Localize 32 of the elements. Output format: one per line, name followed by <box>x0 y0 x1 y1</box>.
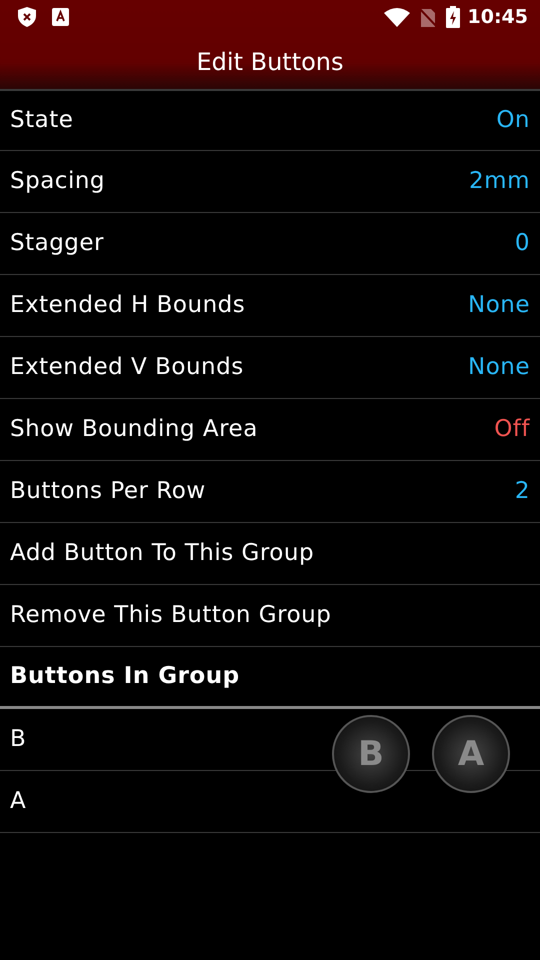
action-item[interactable]: Remove This Button Group <box>10 598 332 633</box>
setting-label: Show Bounding Area <box>10 415 258 444</box>
setting-label: Extended H Bounds <box>10 291 246 320</box>
setting-label: State <box>10 106 74 136</box>
setting-value: 2 <box>514 477 530 506</box>
setting-value: On <box>496 106 530 136</box>
setting-value: Off <box>494 415 530 444</box>
screen-title: Edit Buttons <box>196 46 344 78</box>
setting-row[interactable]: Buttons Per Row 2 <box>0 461 540 523</box>
keyboard-icon <box>52 8 69 26</box>
setting-row[interactable]: Spacing 2mm <box>0 151 540 213</box>
setting-label: Buttons Per Row <box>10 477 206 506</box>
setting-label: Extended V Bounds <box>10 353 244 382</box>
setting-row[interactable]: State On <box>0 89 540 151</box>
setting-value: 2mm <box>469 167 530 196</box>
setting-label: Stagger <box>10 229 104 258</box>
battery-charging-icon <box>446 6 460 28</box>
setting-row[interactable]: Show Bounding Area Off <box>0 399 540 461</box>
setting-row[interactable]: Extended V Bounds None <box>0 337 540 399</box>
button-list-item[interactable]: A <box>10 784 26 819</box>
setting-value: None <box>468 291 530 320</box>
shield-icon <box>18 7 36 27</box>
button-list-item[interactable]: B <box>10 722 26 757</box>
setting-label: Spacing <box>10 167 106 196</box>
setting-value: None <box>468 353 530 382</box>
setting-row[interactable]: Stagger 0 <box>0 213 540 275</box>
setting-value: 0 <box>514 229 530 258</box>
action-item[interactable]: Add Button To This Group <box>10 536 314 571</box>
clock-time: 10:45 <box>468 4 528 30</box>
wifi-icon <box>384 7 410 27</box>
section-header: Buttons In Group <box>10 662 240 692</box>
setting-row[interactable]: Extended H Bounds None <box>0 275 540 337</box>
